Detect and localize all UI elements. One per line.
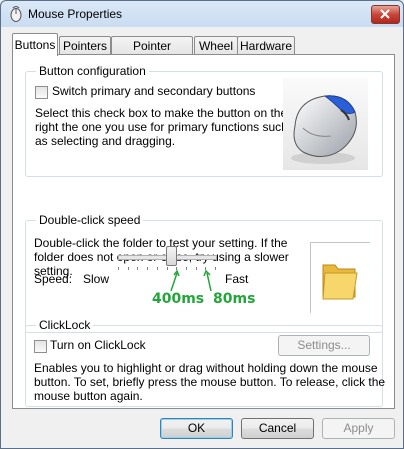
button-config-description-line: as selecting and dragging. — [35, 134, 176, 148]
tab-hardware[interactable]: Hardware — [237, 36, 295, 55]
group-title: Double-click speed — [36, 213, 144, 227]
tab-label: Pointers — [62, 39, 108, 53]
annotation-400ms: 400ms — [152, 291, 205, 307]
tab-pointer-options[interactable]: Pointer Options — [111, 36, 193, 71]
dialog-body: Buttons Pointers Pointer Options Wheel H… — [1, 27, 403, 448]
switch-buttons-text: Switch primary and secondary buttons — [52, 84, 256, 98]
tab-label: Buttons — [14, 38, 56, 52]
group-title: Button configuration — [36, 64, 149, 78]
button-label: Cancel — [258, 421, 297, 435]
button-label: Settings... — [297, 338, 351, 352]
double-click-speed-slider-thumb[interactable] — [166, 246, 178, 266]
clicklock-label[interactable]: Turn on ClickLock — [50, 338, 146, 353]
test-folder-area[interactable] — [310, 242, 370, 313]
tab-wheel[interactable]: Wheel — [194, 36, 238, 55]
cancel-button[interactable]: Cancel — [241, 418, 314, 439]
button-configuration-group: Button configuration Switch primary and … — [25, 64, 383, 177]
button-label: Apply — [343, 421, 374, 435]
switch-buttons-checkbox[interactable] — [35, 86, 48, 99]
slider-tick — [118, 267, 119, 270]
tab-label: Hardware — [239, 39, 293, 53]
clicklock-description-line: Enables you to highlight or drag without… — [34, 361, 378, 375]
annotation-arrows-icon — [170, 269, 212, 292]
speed-label: Speed: — [34, 272, 73, 286]
group-title: ClickLock — [36, 318, 94, 332]
mouse-properties-window: Mouse Properties Buttons Pointers Pointe… — [0, 0, 404, 449]
mouse-preview — [283, 78, 368, 170]
apply-button[interactable]: Apply — [322, 418, 395, 439]
title-bar[interactable]: Mouse Properties — [1, 1, 403, 27]
slider-tick — [127, 267, 129, 270]
window-title: Mouse Properties — [28, 7, 123, 21]
button-label: OK — [187, 421, 206, 435]
button-config-description-line: right the one you use for primary functi… — [35, 120, 288, 134]
clicklock-description-line: mouse button again. — [34, 389, 143, 403]
clicklock-checkbox[interactable] — [34, 340, 47, 353]
buttons-tab-panel: Button configuration Switch primary and … — [12, 54, 395, 409]
tab-buttons[interactable]: Buttons — [12, 33, 58, 56]
close-button[interactable] — [371, 5, 400, 24]
close-icon — [380, 9, 390, 19]
clicklock-description-line: button. To set, briefly press the mouse … — [34, 375, 386, 389]
double-click-description-line: Double-click the folder to test your set… — [34, 236, 288, 250]
annotation-80ms: 80ms — [213, 291, 256, 307]
slow-label: Slow — [83, 272, 110, 286]
switch-buttons-label[interactable]: Switch primary and secondary buttons — [52, 84, 255, 99]
mouse-illustration-icon — [291, 95, 357, 164]
mouse-app-icon — [10, 6, 22, 22]
tab-label: Wheel — [198, 39, 233, 53]
slider-tick — [137, 267, 139, 270]
tab-pointers[interactable]: Pointers — [59, 36, 111, 55]
clicklock-settings-button[interactable]: Settings... — [278, 335, 370, 356]
folder-icon — [322, 264, 358, 300]
button-config-description-line: Select this check box to make the button… — [35, 106, 288, 120]
ok-button[interactable]: OK — [160, 418, 233, 439]
